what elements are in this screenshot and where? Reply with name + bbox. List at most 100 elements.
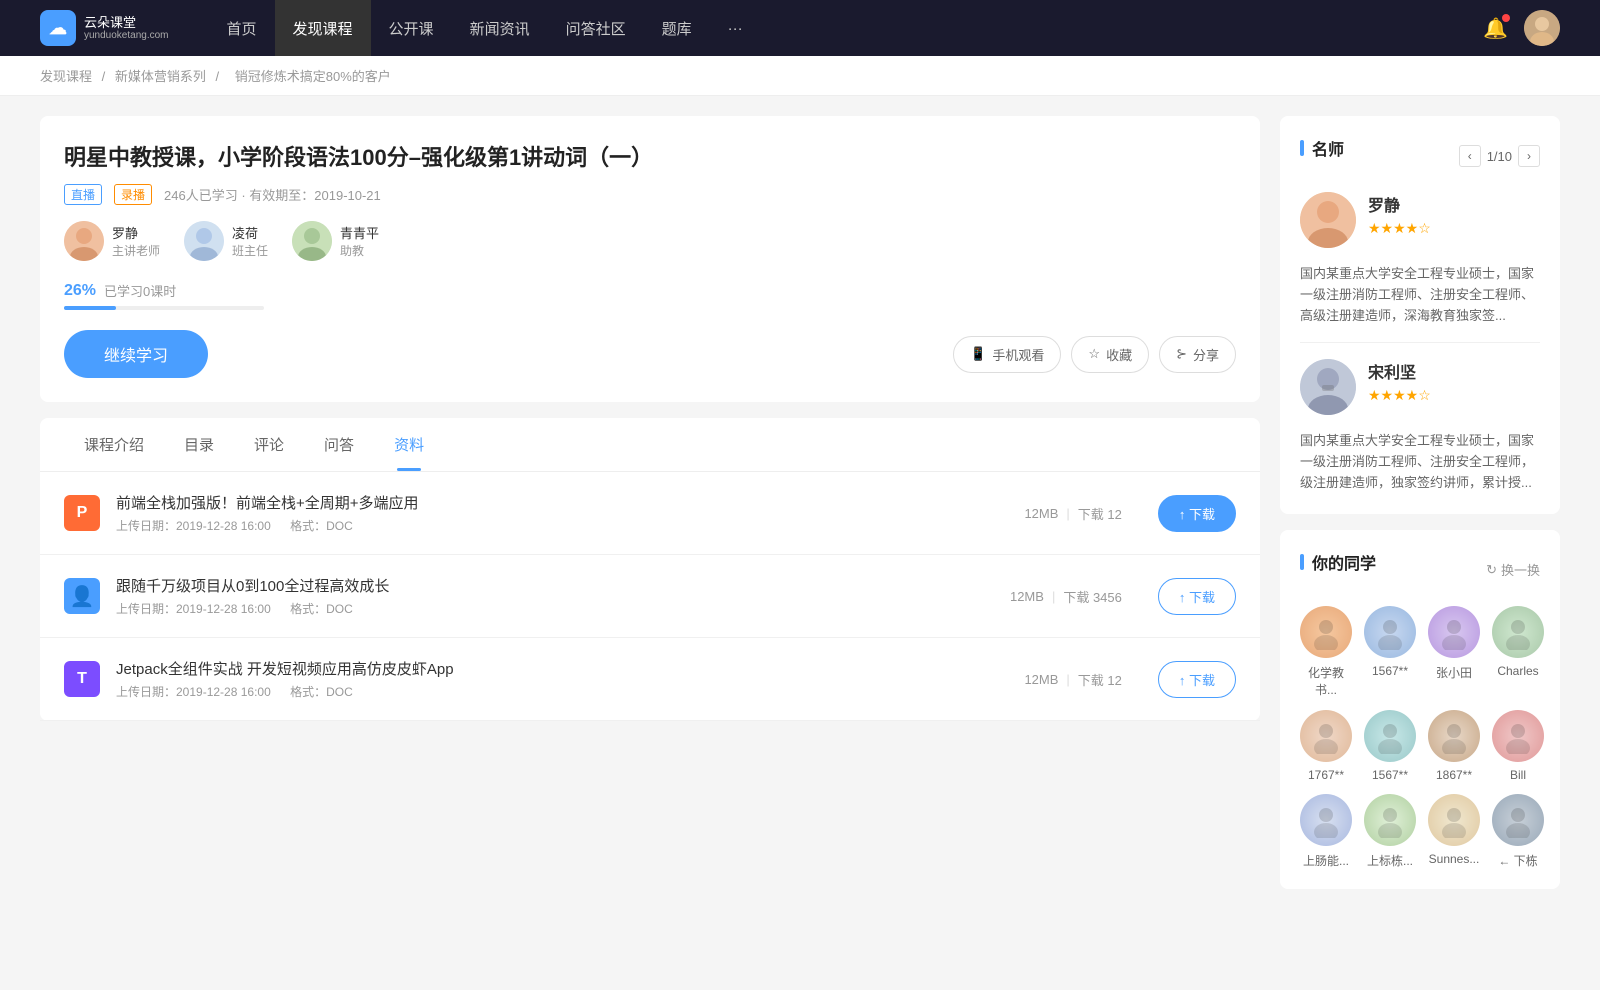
teachers-prev-button[interactable]: ‹: [1459, 145, 1481, 167]
teacher-3-name: 青青平: [340, 223, 379, 242]
logo[interactable]: ☁ 云朵课堂 yunduoketang.com: [40, 10, 169, 46]
sidebar-teacher-1-stars: ★★★★☆: [1368, 220, 1431, 237]
classmate-6-avatar: [1364, 710, 1416, 762]
breadcrumb-sep2: /: [216, 69, 223, 84]
sidebar-teacher-1-desc: 国内某重点大学安全工程专业硕士，国家一级注册消防工程师、注册安全工程师、高级注册…: [1300, 264, 1540, 326]
classmates-grid: 化学教书... 1567**: [1300, 606, 1540, 869]
tab-contents[interactable]: 目录: [164, 418, 234, 471]
classmate-8[interactable]: Bill: [1492, 710, 1544, 782]
classmate-7[interactable]: 1867**: [1428, 710, 1480, 782]
classmate-2[interactable]: 1567**: [1364, 606, 1416, 698]
phone-icon: 📱: [970, 346, 986, 362]
nav-more[interactable]: ···: [710, 0, 761, 56]
download-button-2[interactable]: ↑ 下载: [1158, 578, 1236, 615]
file-date-2: 上传日期：2019-12-28 16:00 格式：DOC: [116, 600, 994, 617]
sidebar: 名师 ‹ 1/10 › 罗静 ★★★★☆: [1280, 116, 1560, 905]
classmate-5[interactable]: 1767**: [1300, 710, 1352, 782]
star-icon: ☆: [1088, 346, 1100, 362]
breadcrumb-series[interactable]: 新媒体营销系列: [115, 69, 206, 84]
tab-comments[interactable]: 评论: [234, 418, 304, 471]
classmate-2-name: 1567**: [1372, 664, 1408, 678]
file-list: P 前端全栈加强版！前端全栈+全周期+多端应用 上传日期：2019-12-28 …: [40, 472, 1260, 721]
sidebar-teacher-2: 宋利坚 ★★★★☆: [1300, 359, 1540, 415]
classmate-8-name: Bill: [1510, 768, 1526, 782]
teachers-pagination: ‹ 1/10 ›: [1459, 145, 1540, 167]
nav-opencourse[interactable]: 公开课: [371, 0, 452, 56]
nav-discover[interactable]: 发现课程: [275, 0, 371, 56]
nav-right: 🔔: [1483, 10, 1560, 46]
file-name-2: 跟随千万级项目从0到100全过程高效成长: [116, 575, 994, 596]
progress-section: 26% 已学习0课时: [64, 281, 1236, 310]
sidebar-teacher-1: 罗静 ★★★★☆: [1300, 192, 1540, 248]
file-date-1: 上传日期：2019-12-28 16:00 格式：DOC: [116, 517, 1008, 534]
classmate-4-avatar: [1492, 606, 1544, 658]
classmate-3-name: 张小田: [1436, 664, 1472, 681]
progress-percent: 26%: [64, 282, 96, 300]
nav-home[interactable]: 首页: [209, 0, 275, 56]
sidebar-teacher-1-name: 罗静: [1368, 192, 1431, 216]
course-meta: 直播 录播 246人已学习 · 有效期至：2019-10-21: [64, 184, 1236, 205]
classmate-4-name: Charles: [1497, 664, 1538, 678]
file-icon-3: T: [64, 661, 100, 697]
share-button[interactable]: ⊱ 分享: [1159, 336, 1236, 373]
tabs-card: 课程介绍 目录 评论 问答 资料 P 前端全栈加强版！前端全栈+全周期+多端应用…: [40, 418, 1260, 721]
download-button-3[interactable]: ↑ 下载: [1158, 661, 1236, 698]
share-icon: ⊱: [1176, 346, 1187, 362]
file-item-2: 👤 跟随千万级项目从0到100全过程高效成长 上传日期：2019-12-28 1…: [40, 555, 1260, 638]
file-date-3: 上传日期：2019-12-28 16:00 格式：DOC: [116, 683, 1008, 700]
continue-study-button[interactable]: 继续学习: [64, 330, 208, 378]
classmate-4[interactable]: Charles: [1492, 606, 1544, 698]
classmate-12[interactable]: ← 下栋: [1492, 794, 1544, 869]
breadcrumb-discover[interactable]: 发现课程: [40, 69, 92, 84]
progress-fill: [64, 306, 116, 310]
nav-news[interactable]: 新闻资讯: [452, 0, 548, 56]
tab-qa[interactable]: 问答: [304, 418, 374, 471]
phone-watch-button[interactable]: 📱 手机观看: [953, 336, 1061, 373]
classmate-9-avatar: [1300, 794, 1352, 846]
classmate-5-avatar: [1300, 710, 1352, 762]
classmate-6-name: 1567**: [1372, 768, 1408, 782]
sidebar-teacher-2-name: 宋利坚: [1368, 359, 1431, 383]
refresh-button[interactable]: ↻ 换一换: [1486, 560, 1540, 579]
nav-exam[interactable]: 题库: [644, 0, 710, 56]
tag-live: 直播: [64, 184, 102, 205]
user-avatar[interactable]: [1524, 10, 1560, 46]
classmate-3[interactable]: 张小田: [1428, 606, 1480, 698]
file-stats-1: 12MB | 下载 12: [1024, 504, 1121, 523]
tab-intro[interactable]: 课程介绍: [64, 418, 164, 471]
classmate-2-avatar: [1364, 606, 1416, 658]
classmate-10[interactable]: 上标栋...: [1364, 794, 1416, 869]
classmate-1[interactable]: 化学教书...: [1300, 606, 1352, 698]
classmate-6[interactable]: 1567**: [1364, 710, 1416, 782]
file-info-2: 跟随千万级项目从0到100全过程高效成长 上传日期：2019-12-28 16:…: [116, 575, 994, 617]
file-icon-2: 👤: [64, 578, 100, 614]
teachers-page: 1/10: [1487, 149, 1512, 164]
refresh-icon: ↻: [1486, 562, 1497, 578]
tab-resources[interactable]: 资料: [374, 418, 444, 471]
classmate-11[interactable]: Sunnes...: [1428, 794, 1480, 869]
collect-button[interactable]: ☆ 收藏: [1071, 336, 1149, 373]
download-button-1[interactable]: ↑ 下载: [1158, 495, 1236, 532]
course-card: 明星中教授课，小学阶段语法100分–强化级第1讲动词（一） 直播 录播 246人…: [40, 116, 1260, 402]
teachers-next-button[interactable]: ›: [1518, 145, 1540, 167]
classmate-9-name: 上肠能...: [1303, 852, 1349, 869]
teachers-list: 罗静 主讲老师 凌荷 班主任: [64, 221, 1236, 261]
nav-items: 首页 发现课程 公开课 新闻资讯 问答社区 题库 ···: [209, 0, 1484, 56]
teacher-3: 青青平 助教: [292, 221, 379, 261]
nav-qa[interactable]: 问答社区: [548, 0, 644, 56]
classmate-5-name: 1767**: [1308, 768, 1344, 782]
bell-icon[interactable]: 🔔: [1483, 16, 1508, 41]
classmate-9[interactable]: 上肠能...: [1300, 794, 1352, 869]
breadcrumb-sep1: /: [102, 69, 109, 84]
file-info-1: 前端全栈加强版！前端全栈+全周期+多端应用 上传日期：2019-12-28 16…: [116, 492, 1008, 534]
file-info-3: Jetpack全组件实战 开发短视频应用高仿皮皮虾App 上传日期：2019-1…: [116, 658, 1008, 700]
file-item-1: P 前端全栈加强版！前端全栈+全周期+多端应用 上传日期：2019-12-28 …: [40, 472, 1260, 555]
avatar-image: [1524, 10, 1560, 46]
file-stats-3: 12MB | 下载 12: [1024, 670, 1121, 689]
classmate-10-name: 上标栋...: [1367, 852, 1413, 869]
logo-text-container: 云朵课堂 yunduoketang.com: [84, 15, 169, 42]
classmate-1-name: 化学教书...: [1300, 664, 1352, 698]
share-label: 分享: [1193, 345, 1219, 364]
tabs-header: 课程介绍 目录 评论 问答 资料: [40, 418, 1260, 472]
classmate-11-name: Sunnes...: [1429, 852, 1480, 866]
